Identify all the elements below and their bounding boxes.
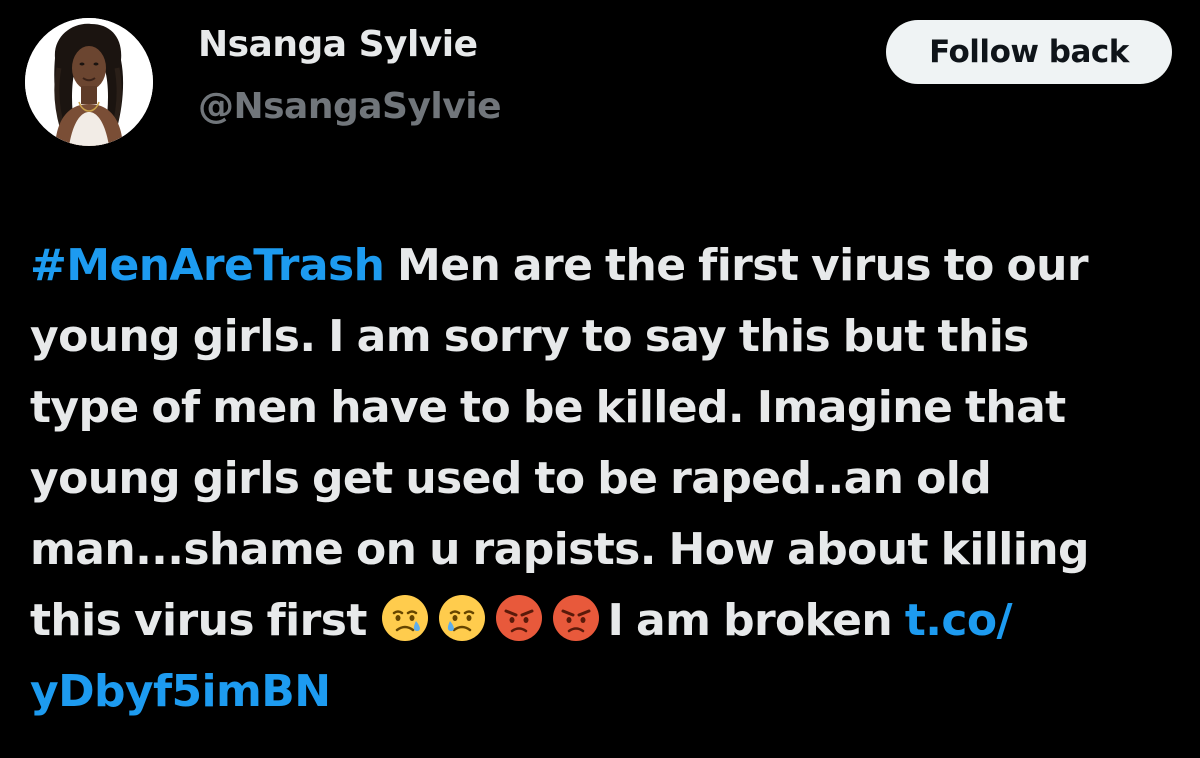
tweet-text-segment: Men are the first virus to our <box>384 240 1089 291</box>
tweet-line: this virus first I am broken t.co/ <box>30 585 1180 656</box>
tweet-line: man...shame on u rapists. How about kill… <box>30 524 1089 575</box>
tweet-url-link-continued[interactable]: yDbyf5imBN <box>30 666 331 717</box>
tweet-text: #MenAreTrash Men are the first virus to … <box>30 230 1180 727</box>
tweet-line: type of men have to be killed. Imagine t… <box>30 382 1066 433</box>
sad-but-relieved-face-icon <box>437 593 487 643</box>
profile-photo-icon <box>25 18 153 146</box>
tweet-line: young girls. I am sorry to say this but … <box>30 311 1029 362</box>
tweet-text-segment: I am broken <box>607 595 905 646</box>
tweet-line: yDbyf5imBN <box>30 656 1180 727</box>
author-display-name[interactable]: Nsanga Sylvie <box>198 24 478 65</box>
follow-back-button[interactable]: Follow back <box>886 20 1172 84</box>
tweet-text-segment: this virus first <box>30 595 380 646</box>
tweet-line: #MenAreTrash Men are the first virus to … <box>30 230 1180 301</box>
pouting-face-icon <box>551 593 601 643</box>
tweet-card: Nsanga Sylvie @NsangaSylvie Follow back … <box>0 0 1200 758</box>
sad-but-relieved-face-icon <box>380 593 430 643</box>
pouting-face-icon <box>494 593 544 643</box>
hashtag-link[interactable]: #MenAreTrash <box>30 240 385 291</box>
avatar[interactable] <box>25 18 153 146</box>
tweet-line: young girls get used to be raped..an old <box>30 453 992 504</box>
author-handle[interactable]: @NsangaSylvie <box>198 86 502 127</box>
tweet-url-link[interactable]: t.co/ <box>905 595 1013 646</box>
